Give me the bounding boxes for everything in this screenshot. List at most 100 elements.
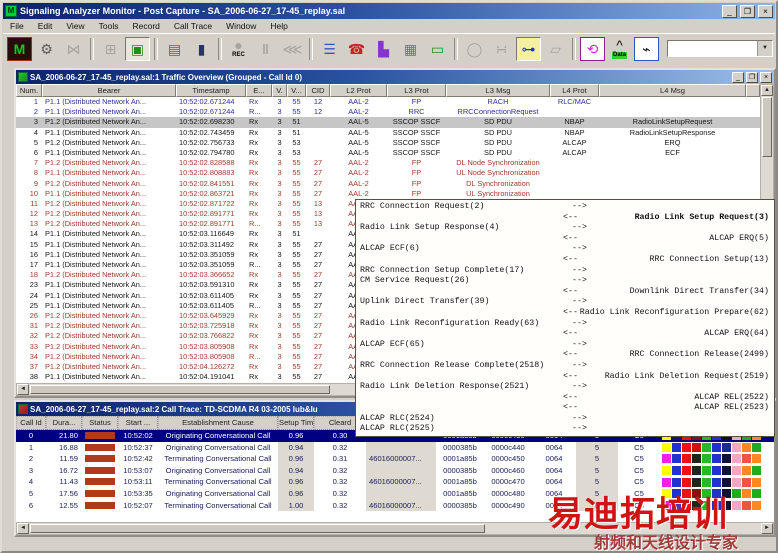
trace-message[interactable]: ALCAP RLC(2525) --> [356,424,774,435]
menu-item-help[interactable]: Help [263,20,294,32]
close-button[interactable]: × [758,4,773,18]
traffic-row[interactable]: 7 P1.2 (Distributed Network An... 10:52:02… [16,158,760,168]
menu-item-record[interactable]: Record [125,20,166,32]
cell-v2: 55 [292,158,301,168]
menu-item-view[interactable]: View [59,20,91,32]
scroll-left-arrow[interactable]: ◄ [17,384,29,395]
column-header-n[interactable]: Num. [16,84,42,97]
traffic-minimize-button[interactable]: _ [732,71,744,83]
column-header-e[interactable]: E... [246,84,272,97]
trace-message[interactable]: ALCAP ERQ(64) <-- [356,329,774,340]
call-trace-phone-button[interactable]: ☎ [344,37,369,61]
column-header-setup[interactable]: Setup Time [278,416,314,430]
cell-t: 10:52:02.671244 [179,97,235,106]
trace-message[interactable]: ALCAP RLC(2524) --> [356,414,774,425]
cell-m3: SD PDU [484,117,512,127]
trace-message[interactable]: RRC Connection Request(2) --> [356,202,774,213]
column-header-cause[interactable]: Establishment Cause [158,416,278,430]
column-header-c[interactable]: CID [306,84,330,97]
export-van-button[interactable]: ▭ [425,37,450,61]
traffic-row[interactable]: 2 P1.1 (Distributed Network An... 10:52:02… [16,107,760,117]
filter-combobox[interactable]: ▼ [667,40,773,57]
main-titlebar[interactable]: M Signaling Analyzer Monitor - Post Capt… [3,3,775,19]
monitor-logo-button[interactable]: M [7,36,32,61]
column-header-v2[interactable]: V... [287,84,306,97]
save-button[interactable]: ▮ [189,37,214,61]
column-header-dur[interactable]: Dura... [46,416,82,430]
menu-item-window[interactable]: Window [219,20,263,32]
trace-message[interactable]: Radio Link Setup Response(4) --> [356,223,774,234]
traffic-close-button[interactable]: × [760,71,772,83]
menu-item-edit[interactable]: Edit [31,20,60,32]
cell-v2: 55 [292,290,301,300]
call-row[interactable]: 2 11.59 10:52:42 Terminating Conversational… [16,453,774,465]
menu-item-call-trace[interactable]: Call Trace [167,20,219,32]
scroll-thumb[interactable] [762,97,772,157]
trace-message[interactable]: ALCAP ECF(65) --> [356,340,774,351]
scroll-left-arrow[interactable]: ◄ [17,523,29,534]
scroll-thumb[interactable] [30,524,485,533]
scroll-up-arrow[interactable]: ▲ [761,85,773,96]
data-export-button[interactable]: ^ Data [607,37,632,61]
column-header-start[interactable]: Start ... [118,416,158,430]
traffic-maximize-button[interactable]: ❐ [746,71,758,83]
load-capture-button[interactable]: ▤ [162,37,187,61]
settings-gear-button[interactable]: ⚙ [34,37,59,61]
trace-message[interactable]: Radio Link Deletion Response(2521) --> [356,382,774,393]
traffic-row[interactable]: 6 P1.1 (Distributed Network An... 10:52:02… [16,148,760,158]
traffic-row[interactable]: 8 P1.1 (Distributed Network An... 10:52:02… [16,168,760,178]
traffic-row[interactable]: 5 P1.2 (Distributed Network An... 10:52:02… [16,138,760,148]
trace-message[interactable]: Radio Link Deletion Request(2519) <-- [356,372,774,383]
capture-card-button[interactable]: ▣ [125,36,150,61]
trace-message[interactable]: Radio Link Reconfiguration Ready(63) --> [356,319,774,330]
traffic-row[interactable]: 10 P1.1 (Distributed Network An... 10:52:0… [16,189,760,199]
trace-message[interactable]: Uplink Direct Transfer(39) --> [356,297,774,308]
trace-message[interactable]: RRC Connection Release(2499) <-- [356,350,774,361]
cell-id: 0 [28,431,34,440]
column-header-b[interactable]: Bearer [42,84,176,97]
cell-c [306,148,330,158]
column-header-l3[interactable]: L3 Prot [387,84,446,97]
replay-button[interactable]: ⟲ [580,36,605,61]
trace-message[interactable]: Downlink Direct Transfer(34) <-- [356,287,774,298]
combobox-dropdown-arrow-icon[interactable]: ▼ [757,41,772,56]
column-header-t[interactable]: Timestamp [176,84,246,97]
column-header-id[interactable]: Call Id [16,416,46,430]
column-header-l4[interactable]: L4 Prot [550,84,599,97]
cell-id: 2 [28,454,34,464]
trace-message[interactable]: ALCAP REL(2522) <-- [356,393,774,404]
column-header-l2[interactable]: L2 Prot [330,84,387,97]
trace-message[interactable]: Radio Link Setup Request(3) <-- [356,213,774,224]
column-header-v1[interactable]: V. [272,84,287,97]
column-header-st[interactable]: Status [82,416,118,430]
menu-item-tools[interactable]: Tools [92,20,126,32]
key-button[interactable]: ⊶ [516,36,541,61]
minimize-button[interactable]: _ [722,4,737,18]
trace-message[interactable]: RRC Connection Setup(13) <-- [356,255,774,266]
traffic-row[interactable]: 1 P1.1 (Distributed Network An... 10:52:02… [16,97,760,107]
scroll-thumb[interactable] [30,385,330,394]
scroll-right-arrow[interactable]: ► [761,523,773,534]
trace-message[interactable]: ALCAP ECF(6) --> [356,244,774,255]
statistics-chart-button[interactable]: ▙ [371,37,396,61]
menu-item-file[interactable]: File [3,20,31,32]
call-row[interactable]: 3 16.72 10:53:07 Originating Conversational… [16,464,774,477]
column-header-m3[interactable]: L3 Msg [446,84,550,97]
column-header-m4[interactable]: L4 Msg [599,84,746,97]
maximize-button[interactable]: ❐ [740,4,755,18]
trace-message[interactable]: ALCAP REL(2523) <-- [356,403,774,414]
protocol-stack-button[interactable]: ☰ [317,37,342,61]
traffic-row[interactable]: 9 P1.2 (Distributed Network An... 10:52:02… [16,179,760,189]
trace-message[interactable]: RRC Connection Setup Complete(17) --> [356,266,774,277]
traffic-row[interactable]: 3 P1.2 (Distributed Network An... 10:52:02… [16,117,760,128]
traffic-row[interactable]: 4 P1.1 (Distributed Network An... 10:52:02… [16,128,760,138]
trace-message[interactable]: Radio Link Reconfiguration Prepare(62) <-… [356,308,774,319]
trace-message[interactable]: CM Service Request(26) --> [356,276,774,287]
traffic-window-titlebar[interactable]: SA_2006-06-27_17-45_replay.sal:1 Traffic… [16,70,774,84]
cell-e: Rx [249,280,259,290]
trigger-button[interactable]: ⌁ [634,36,659,61]
trace-message[interactable]: RRC Connection Release Complete(2518) --> [356,361,774,372]
table-view-button[interactable]: ▦ [398,37,423,61]
trace-message[interactable]: ALCAP ERQ(5) <-- [356,234,774,245]
call-row[interactable]: 1 16.88 10:52:37 Originating Conversational… [16,441,774,454]
